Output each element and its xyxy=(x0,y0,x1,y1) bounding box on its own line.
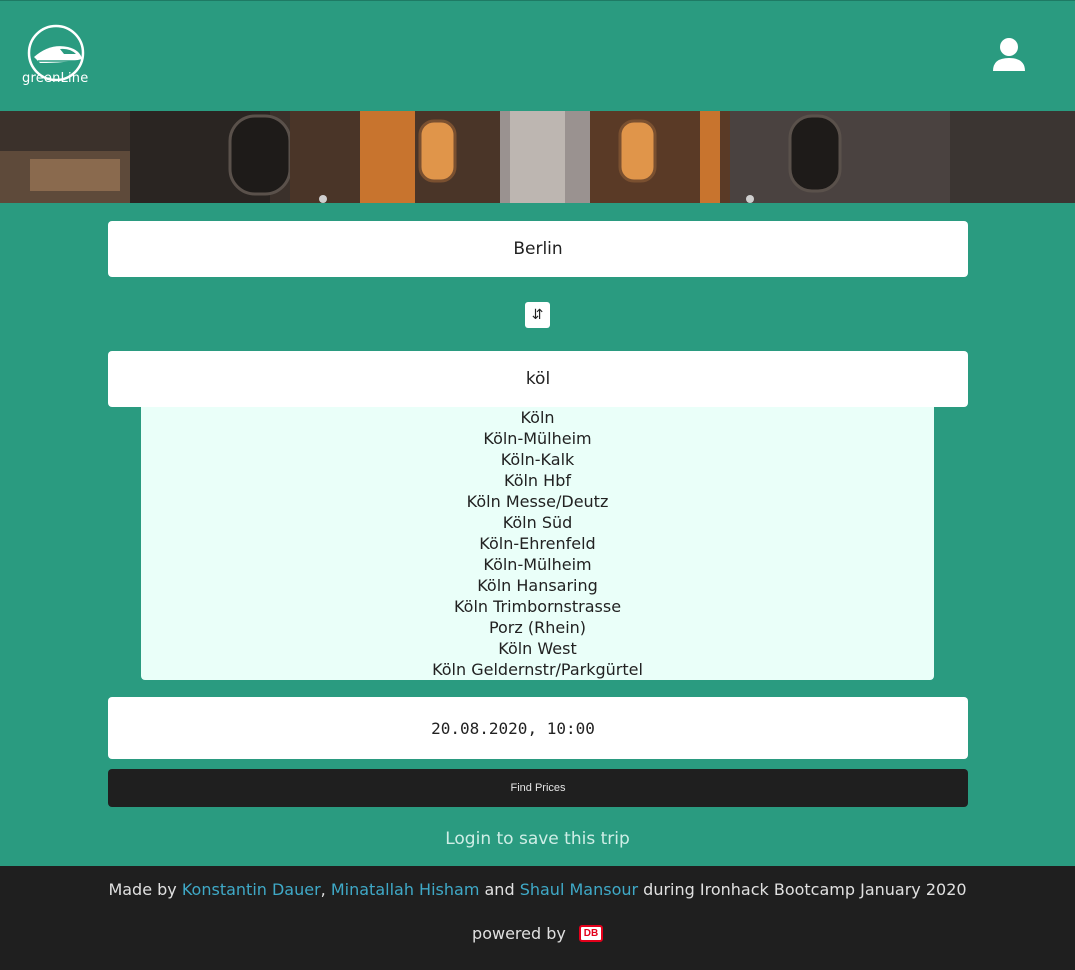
suggestion-item[interactable]: Köln Geldernstr/Parkgürtel xyxy=(141,659,934,680)
suggestion-item[interactable]: Köln Hansaring xyxy=(141,575,934,596)
top-header: greenLine xyxy=(0,0,1075,111)
page-footer: Made by Konstantin Dauer, Minatallah His… xyxy=(0,866,1075,970)
hero-banner-image xyxy=(0,111,1075,203)
suggestion-item[interactable]: Köln Trimbornstrasse xyxy=(141,596,934,617)
swap-arrows-icon: ⇵ xyxy=(531,307,544,323)
train-banner-graphic xyxy=(0,111,1075,203)
powered-by-text: powered by xyxy=(472,924,566,943)
author-link-konstantin[interactable]: Konstantin Dauer xyxy=(182,880,321,899)
suggestion-item[interactable]: Köln Messe/Deutz xyxy=(141,491,934,512)
swap-stations-button[interactable]: ⇵ xyxy=(525,302,550,328)
suggestion-item[interactable]: Köln Hbf xyxy=(141,470,934,491)
and-text: and xyxy=(484,880,515,899)
suggestion-item[interactable]: Köln-Mülheim xyxy=(141,428,934,449)
logo-text: greenLine xyxy=(22,71,89,86)
suggestion-item[interactable]: Köln West xyxy=(141,638,934,659)
db-logo-icon[interactable]: DB xyxy=(578,925,603,942)
from-station-value: Berlin xyxy=(513,239,563,259)
find-prices-label: Find Prices xyxy=(510,782,566,794)
footer-credits: Made by Konstantin Dauer, Minatallah His… xyxy=(0,880,1075,899)
author-link-shaul[interactable]: Shaul Mansour xyxy=(520,880,638,899)
suggestion-item[interactable]: Köln-Mülheim xyxy=(141,554,934,575)
during-text: during Ironhack Bootcamp January 2020 xyxy=(643,880,967,899)
made-by-text: Made by xyxy=(108,880,177,899)
author-separator: , xyxy=(320,880,326,899)
to-station-value: köl xyxy=(525,369,551,389)
departure-datetime-value: 20.08.2020, 10:00 xyxy=(431,718,595,738)
powered-by: powered by DB xyxy=(0,924,1075,943)
station-suggestions-list: Köln Köln-Mülheim Köln-Kalk Köln Hbf Köl… xyxy=(141,407,934,680)
suggestion-item[interactable]: Köln-Ehrenfeld xyxy=(141,533,934,554)
suggestion-item[interactable]: Köln xyxy=(141,407,934,428)
login-to-save-link[interactable]: Login to save this trip xyxy=(0,829,1075,849)
user-icon[interactable] xyxy=(990,36,1028,74)
to-station-input[interactable]: köl xyxy=(108,351,968,407)
suggestion-item[interactable]: Porz (Rhein) xyxy=(141,617,934,638)
from-station-input[interactable]: Berlin xyxy=(108,221,968,277)
author-link-minatallah[interactable]: Minatallah Hisham xyxy=(331,880,480,899)
suggestion-item[interactable]: Köln Süd xyxy=(141,512,934,533)
find-prices-button[interactable]: Find Prices xyxy=(108,769,968,807)
suggestion-item[interactable]: Köln-Kalk xyxy=(141,449,934,470)
departure-datetime-input[interactable]: 20.08.2020, 10:00 xyxy=(108,697,968,759)
